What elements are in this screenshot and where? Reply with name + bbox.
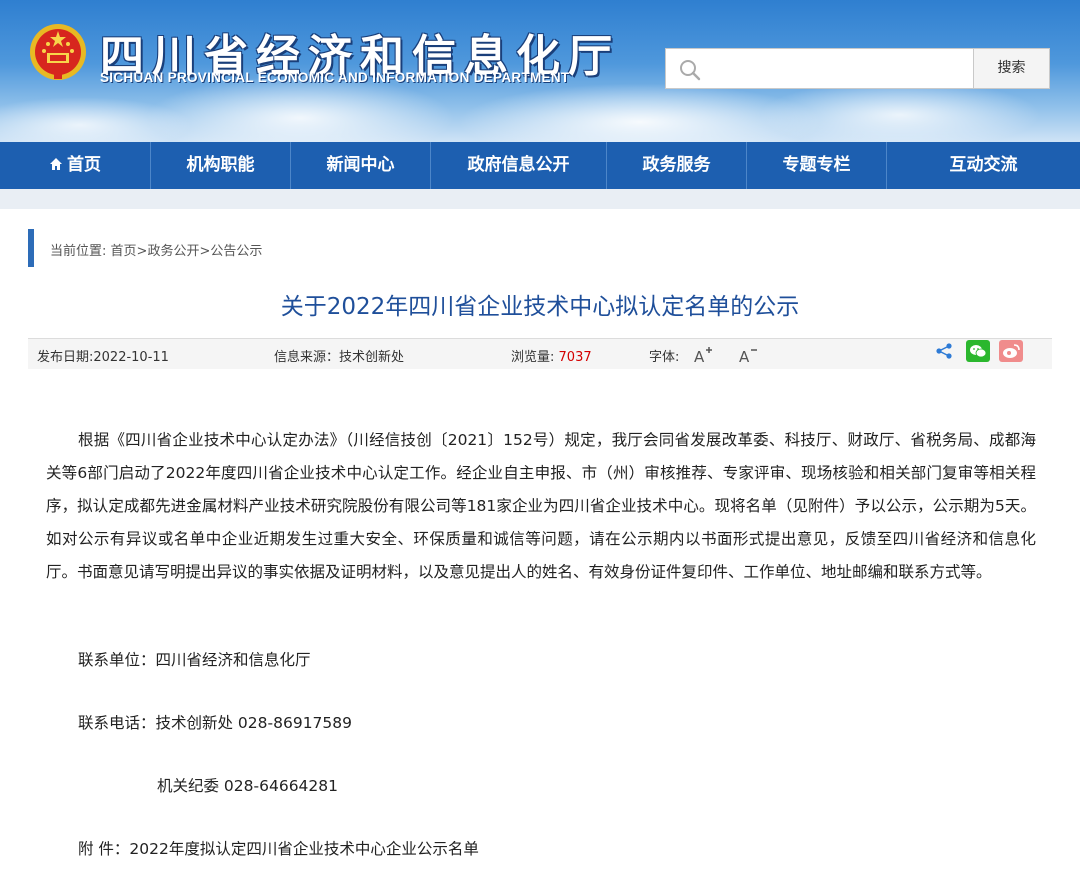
contact-phone: 联系电话：技术创新处 028-86917589 [78,714,352,732]
svg-text:A: A [739,348,750,365]
breadcrumb-home[interactable]: 首页 [111,244,137,259]
contact-unit: 联系单位：四川省经济和信息化厅 [78,651,311,669]
info-source-value: 技术创新处 [339,350,405,365]
view-count-label: 浏览量: [511,350,555,365]
site-subtitle: SICHUAN PROVINCIAL ECONOMIC AND INFORMAT… [100,70,570,85]
font-decrease-icon[interactable]: A [738,345,758,365]
main-nav: 首页 机构职能 新闻中心 政府信息公开 政务服务 专题专栏 互动交流 [0,142,1080,189]
nav-item-news[interactable]: 新闻中心 [291,142,431,189]
breadcrumb-separator: > [199,244,211,259]
publish-date-label: 发布日期: [37,350,94,365]
wechat-icon[interactable] [966,340,990,362]
nav-item-functions[interactable]: 机构职能 [151,142,291,189]
font-increase-icon[interactable]: A [693,345,713,365]
breadcrumb-separator: > [136,244,148,259]
contact-phone-secondary: 机关纪委 028-64664281 [157,777,338,795]
nav-item-label: 首页 [67,155,101,175]
nav-item-interaction[interactable]: 互动交流 [887,142,1080,189]
info-source-label: 信息来源： [274,350,340,365]
nav-item-gov-info[interactable]: 政府信息公开 [431,142,607,189]
search-icon [680,60,701,81]
search-box: 搜索 [665,48,1050,89]
nav-item-home[interactable]: 首页 [0,142,151,189]
nav-item-services[interactable]: 政务服务 [607,142,747,189]
weibo-icon[interactable] [999,340,1023,362]
breadcrumb-announcements[interactable]: 公告公示 [210,244,262,259]
home-icon [50,158,62,170]
search-input[interactable] [710,51,972,86]
font-size-label: 字体: [649,350,680,365]
search-button[interactable]: 搜索 [973,48,1050,89]
info-source: 信息来源：技术创新处 [274,346,404,365]
publish-date: 发布日期:2022-10-11 [37,346,169,365]
share-icon[interactable] [935,342,953,360]
header-banner: 四川省经济和信息化厅 SICHUAN PROVINCIAL ECONOMIC A… [0,0,1080,142]
wechat-glyph-icon [970,345,987,358]
view-count: 浏览量: 7037 [511,346,592,365]
breadcrumb: 当前位置: 首页>政务公开>公告公示 [50,240,262,259]
attachment-link[interactable]: 附 件：2022年度拟认定四川省企业技术中心企业公示名单 [78,837,479,859]
breadcrumb-prefix: 当前位置: [50,244,107,259]
breadcrumb-marker [28,229,34,267]
article-title: 关于2022年四川省企业技术中心拟认定名单的公示 [280,294,800,320]
article-body: 根据《四川省企业技术中心认定办法》（川经信技创〔2021〕152号）规定，我厅会… [46,431,1036,581]
view-count-value: 7037 [558,350,592,365]
breadcrumb-gov-affairs[interactable]: 政务公开 [147,244,199,259]
publish-date-value: 2022-10-11 [93,350,169,365]
nav-item-topics[interactable]: 专题专栏 [747,142,887,189]
weibo-glyph-icon [1003,344,1020,358]
svg-text:A: A [694,348,705,365]
nav-divider-band [0,189,1080,209]
national-emblem-icon [30,24,86,80]
